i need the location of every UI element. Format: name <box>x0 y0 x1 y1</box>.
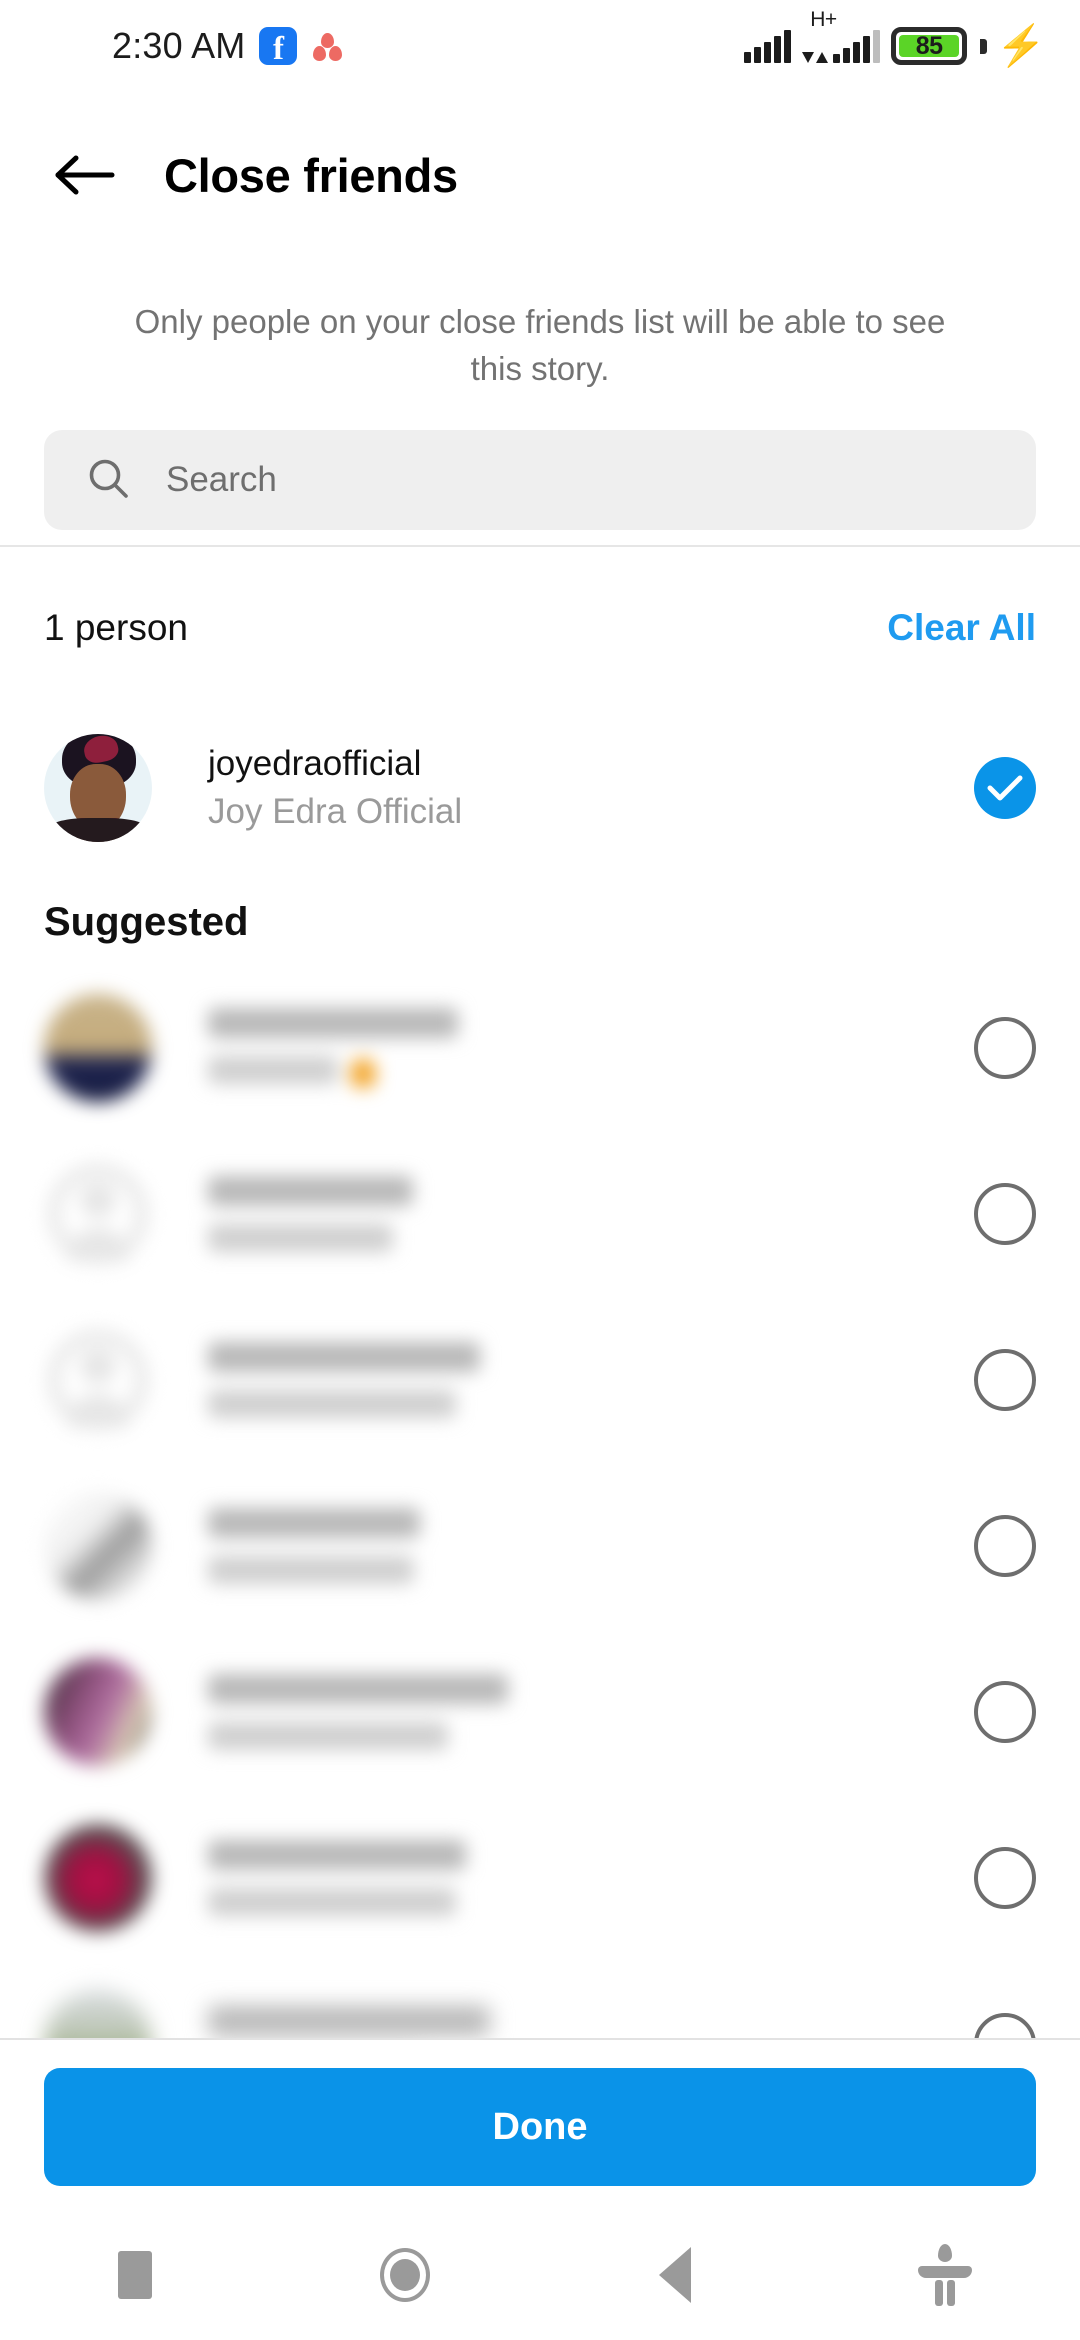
person-info <box>208 1674 974 1750</box>
search-field[interactable]: Search <box>44 430 1036 530</box>
person-info <box>208 1176 974 1252</box>
android-nav-bar <box>0 2210 1080 2340</box>
status-bar: 2:30 AM f H+ 85 ⚡ <box>0 0 1080 92</box>
person-info <box>208 1840 974 1916</box>
charging-bolt-icon: ⚡ <box>996 24 1046 68</box>
checkbox-selected-icon[interactable] <box>974 757 1036 819</box>
footer-divider <box>0 2038 1080 2040</box>
list-item[interactable] <box>44 982 1036 1114</box>
checkbox-unselected-icon[interactable] <box>974 1349 1036 1411</box>
suggested-list <box>0 960 1080 2045</box>
checkbox-unselected-icon[interactable] <box>974 1183 1036 1245</box>
list-summary-row: 1 person Clear All <box>44 596 1036 660</box>
person-info <box>208 1508 974 1584</box>
checkbox-unselected-icon[interactable] <box>974 1515 1036 1577</box>
fullname-label: Joy Edra Official <box>208 792 463 831</box>
checkbox-unselected-icon[interactable] <box>974 1847 1036 1909</box>
battery-tip <box>980 38 988 54</box>
search-placeholder: Search <box>166 460 277 499</box>
avatar <box>44 1824 152 1932</box>
network-type-icon: H+ <box>802 8 881 63</box>
home-circle-icon[interactable] <box>340 2210 470 2340</box>
status-time: 2:30 AM <box>112 25 246 66</box>
checkbox-unselected-icon[interactable] <box>974 1017 1036 1079</box>
battery-icon: 85 <box>891 27 968 65</box>
avatar <box>44 734 152 842</box>
status-bar-right: H+ 85 ⚡ <box>744 8 1046 68</box>
back-arrow-icon[interactable] <box>44 134 126 216</box>
list-item[interactable] <box>44 1978 1036 2045</box>
person-info <box>208 1342 974 1418</box>
list-item[interactable] <box>44 1314 1036 1446</box>
search-icon <box>86 456 130 505</box>
page-header: Close friends <box>0 116 1080 234</box>
avatar <box>44 1990 152 2045</box>
signal-strength-icon <box>744 29 792 63</box>
suggested-section-title: Suggested <box>44 900 249 944</box>
person-info: joyedraofficial Joy Edra Official <box>208 740 974 836</box>
status-bar-left: 2:30 AM f <box>112 25 345 67</box>
list-item[interactable] <box>44 1148 1036 1280</box>
description-text: Only people on your close friends list w… <box>134 303 946 387</box>
footer-bar: Done <box>0 2038 1080 2210</box>
accessibility-icon[interactable] <box>880 2210 1010 2340</box>
back-triangle-icon[interactable] <box>610 2210 740 2340</box>
person-info <box>208 1007 974 1089</box>
avatar <box>44 1492 152 1600</box>
avatar <box>44 1160 152 1268</box>
list-item[interactable] <box>44 1812 1036 1944</box>
app-screen: 2:30 AM f H+ 85 ⚡ Close friends Only peo… <box>0 0 1080 2340</box>
search-pill[interactable]: Search <box>44 430 1036 530</box>
avatar <box>44 1658 152 1766</box>
cluster-dots-icon <box>311 29 345 63</box>
clear-all-button[interactable]: Clear All <box>887 607 1036 649</box>
selected-person-row[interactable]: joyedraofficial Joy Edra Official <box>44 722 1036 854</box>
checkbox-unselected-icon[interactable] <box>974 1681 1036 1743</box>
avatar <box>44 1326 152 1434</box>
page-title: Close friends <box>164 148 458 202</box>
done-button[interactable]: Done <box>44 2068 1036 2186</box>
avatar <box>44 994 152 1102</box>
list-item[interactable] <box>44 1480 1036 1612</box>
facebook-icon: f <box>259 27 298 65</box>
section-divider <box>0 545 1080 547</box>
list-item[interactable] <box>44 1646 1036 1778</box>
recents-square-icon[interactable] <box>70 2210 200 2340</box>
person-count-label: 1 person <box>44 607 188 648</box>
username-label: joyedraofficial <box>208 744 422 783</box>
